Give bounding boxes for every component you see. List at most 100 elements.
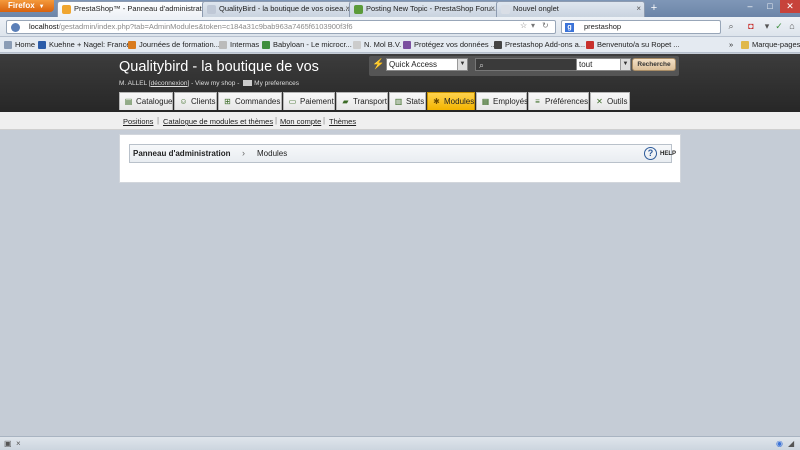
preferences-link[interactable]: My preferences (254, 80, 299, 87)
bookmark-item[interactable]: Babyloan - Le microcr... (262, 39, 352, 51)
search-icon: ⌕ (479, 60, 485, 70)
bookmark-item[interactable]: Intermas (219, 39, 259, 51)
url-bar[interactable]: localhost/gestadmin/index.php?tab=AdminM… (6, 20, 556, 34)
tab-label: Commandes (235, 97, 281, 106)
resize-grip-icon: ◢ (788, 439, 795, 448)
bookmark-label: Journées de formation... (139, 40, 220, 49)
sync-icon[interactable]: ◉ (776, 439, 783, 448)
preferences-icon: ≡ (535, 97, 540, 106)
view-shop-link[interactable]: View my shop (195, 80, 235, 87)
bookmark-icon (219, 41, 227, 49)
tab-modules[interactable]: ✱ Modules (427, 92, 475, 110)
bookmark-item[interactable]: N. Mol B.V. (353, 39, 401, 51)
tab-paiement[interactable]: ▭ Paiement (283, 92, 335, 110)
tab-outils[interactable]: ✕ Outils (590, 92, 630, 110)
bookmark-label: Benvenuto/a su Ropet ... (597, 40, 680, 49)
payment-icon: ▭ (288, 97, 297, 106)
submenu-account[interactable]: Mon compte (280, 117, 321, 126)
bookmarks-overflow-button[interactable]: » (729, 39, 733, 51)
breadcrumb-current: Modules (257, 149, 288, 158)
quick-access-select[interactable]: Quick Access ▼ (386, 58, 468, 71)
search-input[interactable]: g prestashop (561, 20, 721, 34)
submenu-themes[interactable]: Thèmes (329, 117, 356, 126)
close-tab-icon[interactable]: × (490, 2, 495, 16)
truck-icon: ▰ (342, 97, 349, 106)
browser-tab[interactable]: Nouvel onglet × (496, 1, 645, 17)
tab-clients[interactable]: ☺ Clients (174, 92, 217, 110)
submenu-bar: Positions | Catalogue de modules et thèm… (0, 112, 800, 130)
tab-label: Stats (406, 97, 425, 106)
tab-transport[interactable]: ▰ Transport (336, 92, 388, 110)
tab-label: Outils (607, 97, 628, 106)
bookmark-icon (262, 41, 270, 49)
bookmark-item[interactable]: Journées de formation... (128, 39, 220, 51)
browser-tab-bar: Firefox ▼ PrestaShop™ - Panneau d'adminis… (0, 0, 800, 17)
admin-header: Qualitybird - la boutique de vos M. ALLE… (0, 54, 800, 112)
bookmarks-folder[interactable]: Marque-pages (741, 39, 800, 51)
bookmark-label: Marque-pages (752, 40, 800, 49)
help-icon[interactable]: ? (644, 147, 657, 160)
page-favicon-icon (207, 5, 216, 14)
maximize-icon[interactable]: □ (760, 0, 780, 13)
bookmark-item[interactable]: Kuehne + Nagel: France (38, 39, 131, 51)
minimize-icon[interactable]: – (740, 0, 760, 13)
firefox-menu-button[interactable]: Firefox ▼ (0, 0, 54, 12)
search-button[interactable]: Recherche (632, 58, 676, 71)
tab-label: Clients (191, 97, 216, 106)
employees-icon: ▦ (481, 97, 490, 106)
browser-tab[interactable]: QualityBird - la boutique de vos oisea..… (202, 1, 354, 17)
search-scope-select[interactable]: tout ▼ (576, 58, 631, 71)
tab-catalogue[interactable]: ▤ Catalogue (119, 92, 173, 110)
close-tab-icon[interactable]: × (636, 2, 641, 16)
tab-label: Catalogue (136, 97, 173, 106)
page-favicon-icon (501, 5, 510, 14)
browser-tab[interactable]: PrestaShop™ - Panneau d'administrat... × (57, 1, 215, 17)
site-identity-icon[interactable] (11, 23, 20, 32)
tab-label: Transport (353, 97, 387, 106)
content-panel: Panneau d'administration › Modules ? HEL… (119, 134, 681, 183)
submenu-module-catalog[interactable]: Catalogue de modules et thèmes (163, 117, 273, 126)
breadcrumb-root[interactable]: Panneau d'administration (133, 149, 230, 158)
addon-bar-icon[interactable]: ▣ (4, 439, 12, 448)
addon-icon[interactable]: ◘ (744, 21, 758, 31)
home-icon[interactable]: ⌂ (785, 21, 799, 31)
logout-link[interactable]: déconnexion (151, 80, 188, 87)
chevron-down-icon: ▼ (38, 4, 45, 10)
tab-commandes[interactable]: ⊞ Commandes (218, 92, 282, 110)
tab-preferences[interactable]: ≡ Préférences (528, 92, 589, 110)
submenu-separator: | (323, 116, 326, 125)
search-go-icon[interactable]: ⌕ (724, 21, 738, 32)
addon-green-icon[interactable]: ✓ (772, 21, 786, 32)
tab-title: PrestaShop™ - Panneau d'administrat... (74, 4, 209, 13)
tab-employes[interactable]: ▦ Employés (476, 92, 529, 110)
reload-icon[interactable]: ↻ (542, 21, 549, 30)
bookmark-item[interactable]: Benvenuto/a su Ropet ... (586, 39, 680, 51)
help-label[interactable]: HELP (660, 151, 676, 157)
bookmarks-bar: Home Kuehne + Nagel: France Journées de … (0, 37, 800, 53)
tab-label: Préférences (545, 97, 589, 106)
lightning-icon: ⚡ (372, 59, 385, 70)
submenu-separator: | (157, 116, 160, 125)
bookmark-item[interactable]: Protégez vos données ... (403, 39, 497, 51)
bookmark-icon (403, 41, 411, 49)
star-bookmark-icon[interactable]: ☆ (520, 21, 527, 30)
bookmark-label: Intermas (230, 40, 260, 49)
bookmark-icon (128, 41, 136, 49)
browser-tab[interactable]: Posting New Topic - PrestaShop Foru... × (349, 1, 499, 17)
tab-stats[interactable]: ▥ Stats (389, 92, 426, 110)
history-dropdown-icon[interactable]: ▾ (531, 21, 535, 30)
tab-title: Posting New Topic - PrestaShop Foru... (366, 4, 498, 13)
close-addon-bar-icon[interactable]: × (16, 439, 21, 448)
bookmark-item[interactable]: Prestashop Add-ons a... (494, 39, 585, 51)
new-tab-button[interactable]: + (647, 2, 661, 15)
close-window-icon[interactable]: ✕ (780, 0, 800, 13)
user-line: M. ALLEL [déconnexion] - View my shop - … (119, 80, 299, 87)
submenu-separator: | (275, 116, 278, 125)
tab-label: Employés (493, 97, 529, 106)
submenu-positions[interactable]: Positions (123, 117, 153, 126)
bookmark-icon (4, 41, 12, 49)
bookmark-item[interactable]: Home (4, 39, 35, 51)
google-icon[interactable]: g (565, 23, 574, 32)
browser-nav-bar: localhost/gestadmin/index.php?tab=AdminM… (0, 17, 800, 37)
admin-search-input[interactable]: ⌕ (475, 58, 577, 71)
